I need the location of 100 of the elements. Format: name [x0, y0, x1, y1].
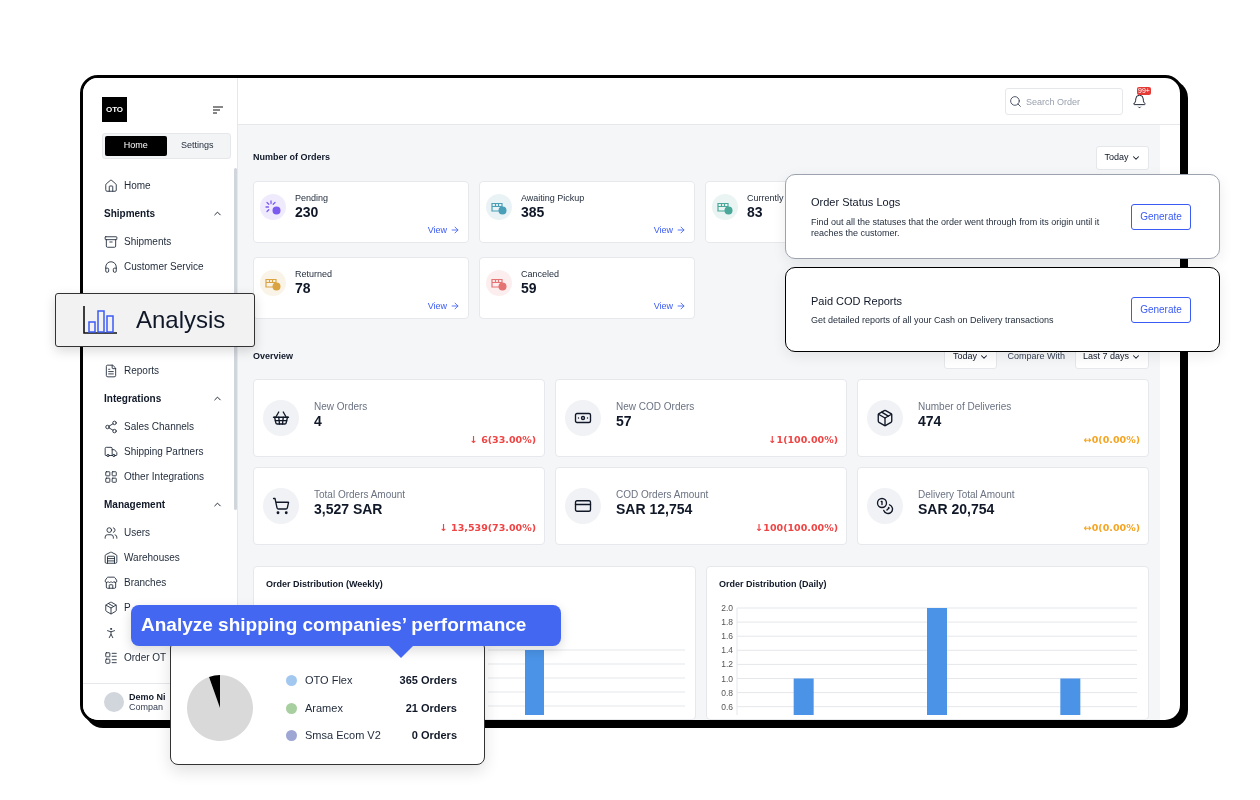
axis-label: 1.0	[721, 673, 733, 683]
view-link[interactable]: View	[653, 299, 686, 313]
chevron-down-icon	[1130, 153, 1141, 163]
legend-label: Aramex	[305, 700, 343, 716]
bar	[793, 678, 814, 715]
stat-label: COD Orders Amount	[616, 488, 710, 501]
person-icon[interactable]	[104, 625, 118, 640]
chart-title: Order Distribution (Weekly)	[266, 578, 384, 591]
legend-label: Smsa Ecom V2	[305, 728, 381, 744]
legend-count: 21 Orders	[405, 700, 457, 716]
stat-label: New Orders	[314, 400, 369, 413]
report-description: Find out all the statuses that the order went through from its origin until it reaches the customer.	[811, 216, 1101, 239]
axis-label: 1.4	[721, 644, 733, 655]
axis-label: 2.0	[721, 602, 733, 613]
package-icon[interactable]	[104, 600, 118, 615]
network-icon[interactable]	[104, 419, 118, 434]
axis-label: 0.8	[721, 687, 733, 698]
truck-icon[interactable]	[104, 444, 118, 459]
card-label: Returned	[295, 268, 333, 280]
sidebar-item[interactable]: Other Integrations	[124, 469, 205, 484]
section-heading: Shipments	[104, 207, 156, 221]
card-value: 78	[295, 280, 312, 296]
card-value: 385	[521, 204, 546, 220]
section-title: Overview	[253, 350, 295, 364]
basket-icon	[272, 409, 290, 427]
package-icon	[876, 409, 894, 427]
grid-icon[interactable]	[104, 469, 118, 484]
report-description: Get detailed reports of all your Cash on Delivery transactions	[811, 315, 1055, 327]
axis-label: 1.8	[721, 616, 733, 627]
list-icon[interactable]	[104, 650, 118, 665]
home-icon[interactable]	[104, 178, 118, 193]
cart-icon	[272, 497, 290, 515]
tab[interactable]: Home	[105, 136, 167, 156]
users-icon[interactable]	[104, 525, 118, 540]
compare-label: Compare With	[1007, 350, 1065, 364]
chevron-down-icon	[979, 352, 989, 362]
card-value: 230	[295, 204, 320, 220]
tooltip-pointer	[389, 646, 413, 658]
archive-icon[interactable]	[104, 234, 118, 249]
search-field[interactable]: Search Order	[1005, 88, 1123, 115]
section-heading: Management	[104, 498, 166, 512]
sidebar-item[interactable]: P	[124, 600, 131, 615]
search-icon	[1009, 94, 1022, 108]
bar-chart-icon	[83, 306, 117, 334]
sidebar-item[interactable]: Sales Channels	[124, 419, 195, 434]
bell-icon[interactable]	[1132, 94, 1147, 109]
document-icon[interactable]	[104, 363, 118, 378]
stat-label: New COD Orders	[616, 400, 696, 413]
callout-label: Analysis	[136, 305, 226, 335]
stat-change: ↓ 6(33.00%)	[469, 432, 536, 447]
card-label: Currently	[747, 192, 784, 204]
sidebar-item[interactable]: Order OT	[124, 650, 167, 665]
axis-label: 1.6	[721, 630, 733, 641]
bar	[1060, 678, 1081, 715]
company-name: Compan	[129, 702, 165, 712]
stat-value: SAR 12,754	[616, 501, 694, 518]
stat-label: Number of Deliveries	[918, 400, 1013, 413]
bar	[525, 649, 544, 715]
stat-change: ↓ 13,539(73.00%)	[439, 520, 536, 535]
headphones-icon[interactable]	[104, 259, 118, 274]
legend-count: 365 Orders	[399, 673, 457, 689]
view-link[interactable]: View	[653, 223, 686, 237]
stat-change: ↔0(0.00%)	[1083, 432, 1140, 447]
stat-label: Delivery Total Amount	[918, 488, 1016, 501]
arrow-right-icon	[676, 301, 686, 312]
sidebar-item[interactable]: Shipments	[124, 234, 172, 249]
view-link[interactable]: View	[427, 223, 460, 237]
card-value: 83	[747, 204, 764, 220]
sidebar-item[interactable]: Home	[124, 178, 151, 193]
sidebar-item[interactable]: Users	[124, 525, 151, 540]
stat-value: SAR 20,754	[918, 501, 996, 518]
view-link[interactable]: View	[427, 299, 460, 313]
tab[interactable]: Settings	[166, 136, 228, 156]
generate-button[interactable]: Generate	[1131, 203, 1191, 230]
store-icon[interactable]	[104, 575, 118, 590]
stat-change: ↓100(100.00%)	[755, 520, 838, 535]
section-title: Number of Orders	[253, 151, 330, 165]
sidebar-item[interactable]: Customer Service	[124, 259, 204, 274]
menu-icon[interactable]	[213, 105, 223, 114]
dropdown-button[interactable]: Today	[1096, 146, 1149, 170]
report-title: Order Status Logs	[811, 195, 902, 211]
sidebar-item[interactable]: Branches	[124, 575, 167, 590]
user-name: Demo Ni	[129, 692, 166, 702]
stat-value: 4	[314, 413, 323, 430]
sidebar-item[interactable]: Shipping Partners	[124, 444, 204, 459]
stat-value: 57	[616, 413, 633, 430]
card-label: Awaiting Pickup	[521, 192, 585, 204]
legend-label: OTO Flex	[305, 673, 353, 689]
stat-change: ↓1(100.00%)	[768, 432, 838, 447]
card-value: 59	[521, 280, 538, 296]
warehouse-icon[interactable]	[104, 550, 118, 565]
avatar	[104, 692, 124, 712]
stat-change: ↔0(0.00%)	[1083, 520, 1140, 535]
axis-label: 1.2	[721, 658, 733, 669]
stat-value: 474	[918, 413, 943, 430]
sidebar-item[interactable]: Warehouses	[124, 550, 180, 565]
generate-button[interactable]: Generate	[1131, 296, 1191, 323]
card-label: Canceled	[521, 268, 560, 280]
coins-icon	[876, 497, 894, 515]
sidebar-item[interactable]: Reports	[124, 363, 159, 378]
